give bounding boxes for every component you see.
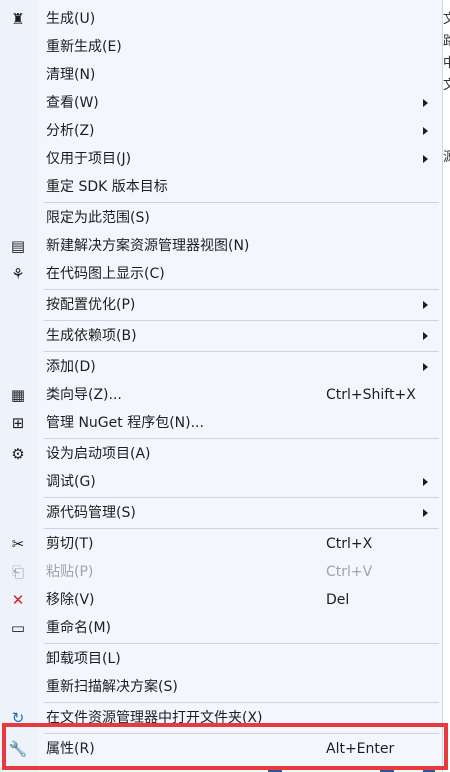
menu-item-label: 仅用于项目(J) — [46, 151, 132, 167]
menu-item-debug[interactable]: 调试(G) — [0, 468, 442, 496]
menu-item-paste: ⎗ 粘贴(P) Ctrl+V — [0, 558, 442, 586]
rename-icon: ▭ — [10, 619, 26, 637]
background-text-fragment: 中 — [443, 56, 450, 71]
paste-icon: ⎗ — [11, 563, 24, 581]
background-text-fragment: 源 — [443, 150, 450, 165]
build-icon: ♜ — [11, 10, 25, 28]
menu-item-label: 生成依赖项(B) — [46, 328, 137, 344]
submenu-arrow-icon — [423, 363, 428, 371]
menu-item-label: 重命名(M) — [46, 620, 112, 636]
background-text-fragment: 文 — [443, 12, 450, 27]
menu-item-set-startup-project[interactable]: ⚙ 设为启动项目(A) — [0, 440, 442, 468]
menu-item-shortcut: Ctrl+Shift+X — [326, 387, 416, 403]
menu-item-scope-to-this[interactable]: 限定为此范围(S) — [0, 204, 442, 232]
menu-item-shortcut: Ctrl+V — [326, 564, 373, 580]
menu-item-shortcut: Del — [326, 592, 350, 608]
menu-item-rename[interactable]: ▭ 重命名(M) — [0, 614, 442, 642]
menu-item-label: 重新生成(E) — [46, 39, 122, 55]
properties-highlight-box — [2, 723, 448, 770]
submenu-arrow-icon — [423, 301, 428, 309]
menu-item-label: 查看(W) — [46, 95, 99, 111]
menu-item-rebuild[interactable]: 重新生成(E) — [0, 33, 442, 61]
menu-item-build[interactable]: ♜ 生成(U) — [0, 5, 442, 33]
menu-item-shortcut: Ctrl+X — [326, 536, 373, 552]
menu-item-label: 重新扫描解决方案(S) — [46, 679, 178, 695]
menu-item-label: 设为启动项目(A) — [46, 446, 151, 462]
menu-item-remove[interactable]: ✕ 移除(V) Del — [0, 586, 442, 614]
menu-item-label: 重定 SDK 版本目标 — [46, 179, 168, 195]
menu-item-class-wizard[interactable]: ▦ 类向导(Z)... Ctrl+Shift+X — [0, 381, 442, 409]
menu-item-label: 源代码管理(S) — [46, 505, 136, 521]
submenu-arrow-icon — [423, 509, 428, 517]
class-wizard-icon: ▦ — [10, 386, 26, 404]
menu-item-source-control[interactable]: 源代码管理(S) — [0, 499, 442, 527]
remove-icon: ✕ — [11, 591, 25, 609]
menu-item-analyze[interactable]: 分析(Z) — [0, 117, 442, 145]
menu-item-label: 分析(Z) — [46, 123, 95, 139]
submenu-arrow-icon — [423, 332, 428, 340]
menu-item-manage-nuget[interactable]: ⊞ 管理 NuGet 程序包(N)... — [0, 409, 442, 437]
menu-item-show-on-code-map[interactable]: ⚘ 在代码图上显示(C) — [0, 260, 442, 288]
submenu-arrow-icon — [423, 127, 428, 135]
menu-item-label: 粘贴(P) — [46, 564, 94, 580]
new-view-icon: ▤ — [10, 237, 26, 255]
menu-item-label: 在代码图上显示(C) — [46, 266, 165, 282]
gear-icon: ⚙ — [11, 445, 25, 463]
menu-item-clean[interactable]: 清理(N) — [0, 61, 442, 89]
context-menu: ♜ 生成(U) 重新生成(E) 清理(N) 查看(W) 分析(Z) 仅用于项目(J) 重定 S… — [0, 0, 443, 772]
menu-item-label: 卸载项目(L) — [46, 651, 121, 667]
menu-item-add[interactable]: 添加(D) — [0, 353, 442, 381]
menu-item-label: 管理 NuGet 程序包(N)... — [46, 415, 204, 431]
submenu-arrow-icon — [423, 99, 428, 107]
menu-item-label: 添加(D) — [46, 359, 96, 375]
scissors-icon: ✂ — [11, 535, 25, 553]
menu-item-project-only[interactable]: 仅用于项目(J) — [0, 145, 442, 173]
menu-item-label: 新建解决方案资源管理器视图(N) — [46, 238, 250, 254]
menu-item-build-dependencies[interactable]: 生成依赖项(B) — [0, 322, 442, 350]
nuget-icon: ⊞ — [11, 414, 25, 432]
submenu-arrow-icon — [423, 478, 428, 486]
background-text-fragment: 文 — [443, 78, 450, 93]
menu-item-rescan-solution[interactable]: 重新扫描解决方案(S) — [0, 673, 442, 701]
menu-item-new-solution-explorer-view[interactable]: ▤ 新建解决方案资源管理器视图(N) — [0, 232, 442, 260]
menu-item-retarget-sdk[interactable]: 重定 SDK 版本目标 — [0, 173, 442, 201]
menu-items: ♜ 生成(U) 重新生成(E) 清理(N) 查看(W) 分析(Z) 仅用于项目(J) 重定 S… — [0, 5, 442, 763]
menu-item-label: 限定为此范围(S) — [46, 210, 150, 226]
menu-item-label: 生成(U) — [46, 11, 96, 27]
menu-item-label: 调试(G) — [46, 474, 96, 490]
menu-item-profile-guided-optimization[interactable]: 按配置优化(P) — [0, 291, 442, 319]
menu-item-label: 清理(N) — [46, 67, 96, 83]
menu-item-view[interactable]: 查看(W) — [0, 89, 442, 117]
menu-item-unload-project[interactable]: 卸载项目(L) — [0, 645, 442, 673]
menu-item-label: 移除(V) — [46, 592, 95, 608]
menu-item-label: 剪切(T) — [46, 536, 94, 552]
menu-item-label: 类向导(Z)... — [46, 387, 122, 403]
background-editor-strip: 文 路 中 文 源 — [443, 0, 450, 772]
menu-item-label: 按配置优化(P) — [46, 297, 136, 313]
code-map-icon: ⚘ — [11, 265, 25, 283]
menu-item-cut[interactable]: ✂ 剪切(T) Ctrl+X — [0, 530, 442, 558]
submenu-arrow-icon — [423, 155, 428, 163]
background-text-fragment: 路 — [443, 34, 450, 49]
